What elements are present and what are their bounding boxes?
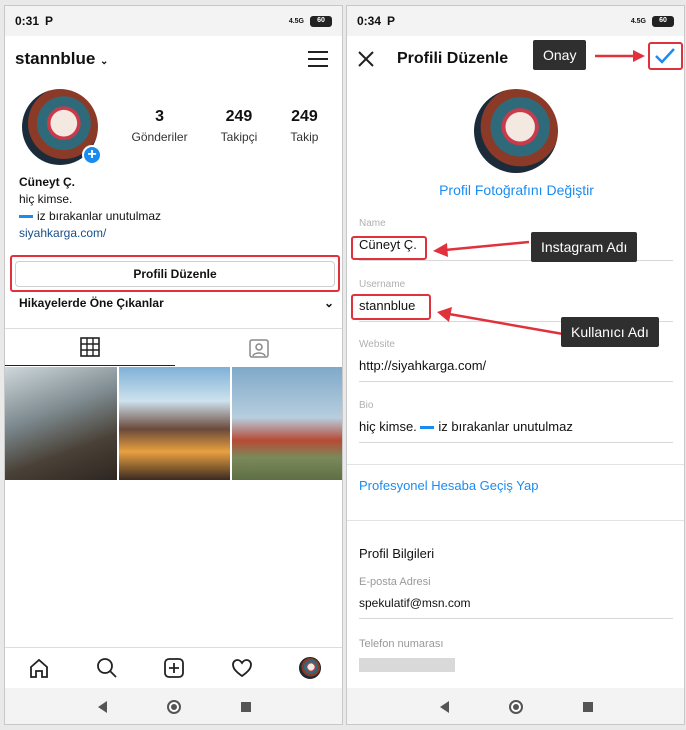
bio-name: Cüneyt Ç. — [19, 175, 76, 189]
email-field[interactable]: E-posta Adresi spekulatif@msn.com — [359, 576, 673, 619]
chevron-down-icon: ⌄ — [100, 56, 109, 67]
callout-onay: Onay — [533, 40, 587, 70]
username-label: stannblue — [15, 49, 96, 68]
bio-line-1: hiç kimse. — [19, 192, 73, 206]
website-field[interactable]: Website http://siyahkarga.com/ — [359, 339, 673, 382]
highlights-label: Hikayelerde Öne Çıkanlar — [19, 296, 164, 310]
change-photo-link[interactable]: Profil Fotoğrafını Değiştir — [347, 182, 684, 198]
status-bar: 0:31 P 4.5G 60 — [5, 6, 342, 36]
search-icon[interactable] — [96, 657, 118, 679]
blurred-phone-value[interactable] — [359, 658, 455, 672]
edit-profile-button[interactable]: Profili Düzenle — [15, 261, 335, 287]
recents-icon[interactable] — [241, 702, 251, 712]
recents-icon[interactable] — [583, 702, 593, 712]
check-icon[interactable] — [654, 47, 676, 65]
post-grid — [5, 367, 342, 480]
blue-dash-icon — [19, 215, 33, 219]
tab-tagged[interactable] — [175, 329, 343, 366]
system-nav — [347, 688, 684, 724]
post-thumbnail[interactable] — [5, 367, 117, 480]
email-input[interactable]: spekulatif@msn.com — [359, 596, 673, 619]
annotation-highlight — [351, 294, 431, 320]
bottom-nav — [5, 647, 342, 687]
back-icon[interactable] — [98, 701, 107, 713]
website-input[interactable]: http://siyahkarga.com/ — [359, 358, 673, 382]
battery-icon: 60 — [310, 15, 332, 27]
home-button-icon[interactable] — [167, 700, 181, 714]
carrier-icon: P — [387, 14, 396, 28]
section-title: Profil Bilgileri — [359, 546, 435, 561]
signal-icon: 4.5G — [630, 17, 646, 25]
tagged-person-icon — [249, 338, 269, 358]
annotation-arrow — [437, 307, 564, 336]
professional-account-link[interactable]: Profesyonel Hesaba Geçiş Yap — [359, 478, 538, 493]
bio-line-2: iz bırakanlar unutulmaz — [19, 208, 161, 225]
username-label: Username — [359, 279, 406, 290]
post-thumbnail[interactable] — [118, 367, 231, 480]
add-story-icon[interactable]: + — [82, 145, 102, 165]
system-nav — [5, 688, 342, 724]
grid-icon — [79, 337, 100, 357]
post-thumbnail[interactable] — [232, 367, 342, 480]
story-highlights[interactable]: Hikayelerde Öne Çıkanlar ⌄ — [19, 296, 334, 310]
add-post-icon[interactable] — [163, 657, 185, 679]
phone-field[interactable]: Telefon numarası — [359, 638, 673, 672]
battery-icon: 60 — [652, 15, 674, 27]
carrier-icon: P — [45, 14, 54, 28]
stat-followers[interactable]: 249 Takipçi — [221, 108, 258, 144]
chevron-down-icon: ⌄ — [323, 296, 334, 310]
close-icon[interactable] — [357, 50, 375, 68]
website-label: Website — [359, 339, 395, 350]
profile-screen: 0:31 P 4.5G 60 stannblue ⌄ + 3 Gönderiler… — [4, 5, 343, 725]
phone-label: Telefon numarası — [359, 638, 444, 650]
annotation-arrow — [595, 50, 645, 62]
profile-tab-avatar[interactable] — [299, 656, 322, 679]
username-switcher[interactable]: stannblue ⌄ — [15, 49, 308, 69]
email-label: E-posta Adresi — [359, 576, 431, 588]
stat-posts[interactable]: 3 Gönderiler — [132, 108, 188, 144]
callout-instagram-name: Instagram Adı — [531, 232, 638, 262]
status-bar: 0:34 P 4.5G 60 — [347, 6, 684, 36]
status-time: 0:31 — [15, 14, 40, 28]
home-button-icon[interactable] — [509, 700, 523, 714]
page-title: Profili Düzenle — [397, 50, 509, 67]
stat-following[interactable]: 249 Takip — [290, 108, 318, 144]
profile-photo[interactable] — [474, 89, 558, 173]
blue-dash-icon — [420, 426, 435, 430]
divider — [347, 464, 684, 465]
bio-label: Bio — [359, 400, 374, 411]
signal-icon: 4.5G — [288, 17, 304, 25]
bio-link[interactable]: siyahkarga.com/ — [19, 225, 161, 242]
menu-icon[interactable] — [308, 51, 328, 67]
profile-bio: Cüneyt Ç. hiç kimse. iz bırakanlar unutu… — [19, 174, 161, 242]
annotation-arrow — [433, 240, 530, 257]
divider — [347, 520, 684, 521]
tab-grid[interactable] — [5, 329, 175, 366]
profile-tabs — [5, 328, 343, 366]
name-label: Name — [359, 218, 386, 229]
edit-profile-screen: 0:34 P 4.5G 60 Profili Düzenle Onay Prof… — [346, 5, 685, 725]
profile-stats: 3 Gönderiler 249 Takipçi 249 Takip — [115, 108, 335, 144]
annotation-highlight — [351, 236, 427, 260]
heart-icon[interactable] — [231, 657, 253, 679]
back-icon[interactable] — [440, 701, 449, 713]
bio-input[interactable]: hiç kimse. iz bırakanlar unutulmaz — [359, 419, 673, 443]
status-time: 0:34 — [357, 14, 382, 28]
home-icon[interactable] — [28, 657, 50, 679]
profile-header: stannblue ⌄ — [5, 36, 342, 82]
bio-field[interactable]: Bio hiç kimse. iz bırakanlar unutulmaz — [359, 400, 673, 443]
